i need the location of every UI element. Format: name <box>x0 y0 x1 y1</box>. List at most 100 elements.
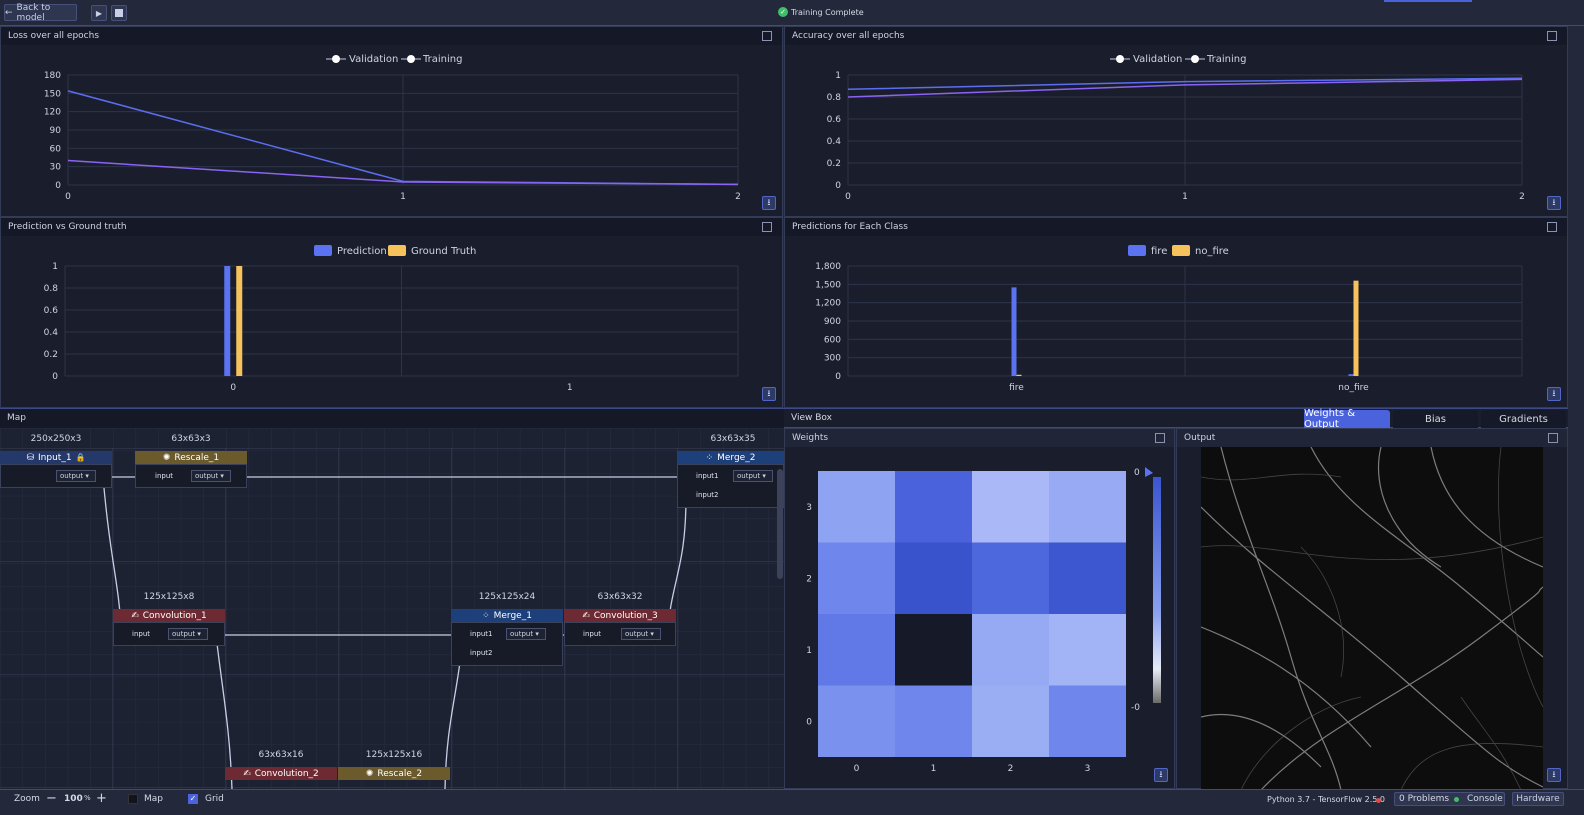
class-legend: fire no_fire <box>1128 245 1229 257</box>
port-input[interactable]: input <box>583 630 601 638</box>
back-to-model-button[interactable]: ← Back to model <box>4 3 77 23</box>
output-select[interactable]: output ▾ <box>621 628 661 640</box>
y-tick-label: 1 <box>806 646 812 656</box>
output-select[interactable]: output ▾ <box>168 628 208 640</box>
x-tick-label: 3 <box>1085 764 1091 774</box>
zoom-in-button[interactable]: + <box>96 791 107 806</box>
x-tick-label: 1 <box>567 383 573 393</box>
play-button[interactable]: ▶ <box>91 5 107 21</box>
heatmap-cell <box>818 471 895 543</box>
class-panel-title: Predictions for Each Class <box>785 218 1567 236</box>
viewbox-title: View Box <box>791 413 832 423</box>
tab-gradients[interactable]: Gradients <box>1481 410 1566 428</box>
port-input2[interactable]: input2 <box>470 649 492 657</box>
expand-icon[interactable] <box>1155 433 1165 443</box>
port-input2[interactable]: input2 <box>696 491 718 499</box>
node-convolution-3[interactable]: ✍ Convolution_3 input output ▾ <box>564 609 676 646</box>
runtime-status-dot <box>1376 798 1381 803</box>
node-rescale-1[interactable]: ✺ Rescale_1 input output ▾ <box>135 451 247 488</box>
expand-icon[interactable] <box>1548 433 1558 443</box>
y-tick-label: 0 <box>806 717 812 727</box>
node-input-1[interactable]: ⛁ Input_1 🔒 output ▾ <box>0 451 112 488</box>
expand-icon[interactable] <box>762 31 772 41</box>
status-bar: Zoom − 100 % + Map ✓ Grid Python 3.7 - T… <box>0 789 1584 815</box>
prediction-chart: Prediction Ground Truth 1 0.8 0.6 0.4 0.2 0 0 1 <box>44 245 739 393</box>
download-icon[interactable]: ⭳ <box>1547 196 1561 210</box>
heatmap-cell <box>972 471 1049 543</box>
y-tick-label: 120 <box>44 108 61 118</box>
legend-validation-marker <box>332 55 340 63</box>
download-icon[interactable]: ⭳ <box>1154 768 1168 782</box>
node-dimension: 63x63x32 <box>597 592 643 602</box>
expand-icon[interactable] <box>1547 31 1557 41</box>
bar-fire-fire <box>1011 287 1017 376</box>
x-tick-label: 2 <box>1519 192 1525 202</box>
download-icon[interactable]: ⭳ <box>1547 387 1561 401</box>
port-input1[interactable]: input1 <box>470 630 492 638</box>
x-tick-label: 0 <box>845 192 851 202</box>
node-rescale-2[interactable]: ✺ Rescale_2 <box>338 767 450 780</box>
y-tick-label: 2 <box>806 574 812 584</box>
map-title: Map <box>0 409 784 428</box>
hardware-button[interactable]: Hardware <box>1512 792 1564 806</box>
map-checkbox[interactable] <box>128 794 138 804</box>
bar-ground-truth-0 <box>236 266 243 376</box>
stop-button[interactable] <box>111 5 127 21</box>
legend-fire-swatch <box>1128 245 1146 256</box>
port-input[interactable]: input <box>132 630 150 638</box>
node-convolution-2[interactable]: ✍ Convolution_2 <box>225 767 337 780</box>
problems-console-group: 0 Problems Console <box>1394 792 1505 806</box>
expand-icon[interactable] <box>1547 222 1557 232</box>
map-scrollbar[interactable] <box>777 469 783 579</box>
heatmap-cell <box>1049 614 1126 686</box>
merge-icon: ⁘ <box>705 452 714 463</box>
gear-icon: ✺ <box>162 452 171 463</box>
legend-no-fire: no_fire <box>1195 246 1229 257</box>
merge-icon: ⁘ <box>482 610 490 621</box>
output-select[interactable]: output ▾ <box>56 470 96 482</box>
node-dimension: 63x63x16 <box>258 750 304 760</box>
download-icon[interactable]: ⭳ <box>762 387 776 401</box>
y-tick-label: 0 <box>55 181 61 191</box>
heatmap-cell <box>818 685 895 757</box>
legend-training: Training <box>1206 54 1246 65</box>
node-convolution-1[interactable]: ✍ Convolution_1 input output ▾ <box>113 609 225 646</box>
output-title: Output <box>1177 429 1567 447</box>
prediction-panel-title: Prediction vs Ground truth <box>1 218 782 236</box>
legend-training-marker <box>1191 55 1199 63</box>
output-select[interactable]: output ▾ <box>733 470 773 482</box>
x-tick-label: 1 <box>1182 192 1188 202</box>
y-tick-label: 0.4 <box>827 137 842 147</box>
y-tick-label: 1,500 <box>815 280 841 290</box>
port-input[interactable]: input <box>155 472 173 480</box>
grid-checkbox[interactable]: ✓ <box>188 794 198 804</box>
output-panel: Output ⭳ <box>1176 428 1568 790</box>
y-tick-label: 300 <box>824 354 841 364</box>
tab-weights-output[interactable]: Weights & Output <box>1304 408 1390 430</box>
heatmap-cell <box>895 471 972 543</box>
tab-indicator <box>1384 0 1472 2</box>
heatmap-cell <box>895 614 972 686</box>
problems-button[interactable]: 0 Problems <box>1399 794 1449 804</box>
zoom-out-button[interactable]: − <box>46 791 57 806</box>
download-icon[interactable]: ⭳ <box>762 196 776 210</box>
console-button[interactable]: Console <box>1467 794 1503 804</box>
node-merge-1[interactable]: ⁘ Merge_1 input1 input2 output ▾ <box>451 609 563 666</box>
y-tick-label: 0.2 <box>827 159 841 169</box>
expand-icon[interactable] <box>762 222 772 232</box>
y-tick-label: 150 <box>44 89 61 99</box>
zoom-value[interactable]: 100 <box>64 794 83 804</box>
y-tick-label: 30 <box>50 163 62 173</box>
map-toggle-label: Map <box>144 794 163 804</box>
tab-bias[interactable]: Bias <box>1393 410 1478 428</box>
y-tick-label: 0.2 <box>44 350 58 360</box>
port-input1[interactable]: input1 <box>696 472 718 480</box>
y-tick-label: 1,200 <box>815 299 841 309</box>
output-select[interactable]: output ▾ <box>191 470 231 482</box>
output-select[interactable]: output ▾ <box>506 628 546 640</box>
download-icon[interactable]: ⭳ <box>1547 768 1561 782</box>
map-panel[interactable]: Map 250x250x3 ⛁ Input_1 🔒 output ▾ 63x63x3… <box>0 408 784 789</box>
loss-panel: Loss over all epochs Validation Training… <box>0 26 783 217</box>
node-merge-2[interactable]: ⁘ Merge_2 input1 input2 output ▾ <box>677 451 784 508</box>
heatmap-cell <box>818 542 895 614</box>
